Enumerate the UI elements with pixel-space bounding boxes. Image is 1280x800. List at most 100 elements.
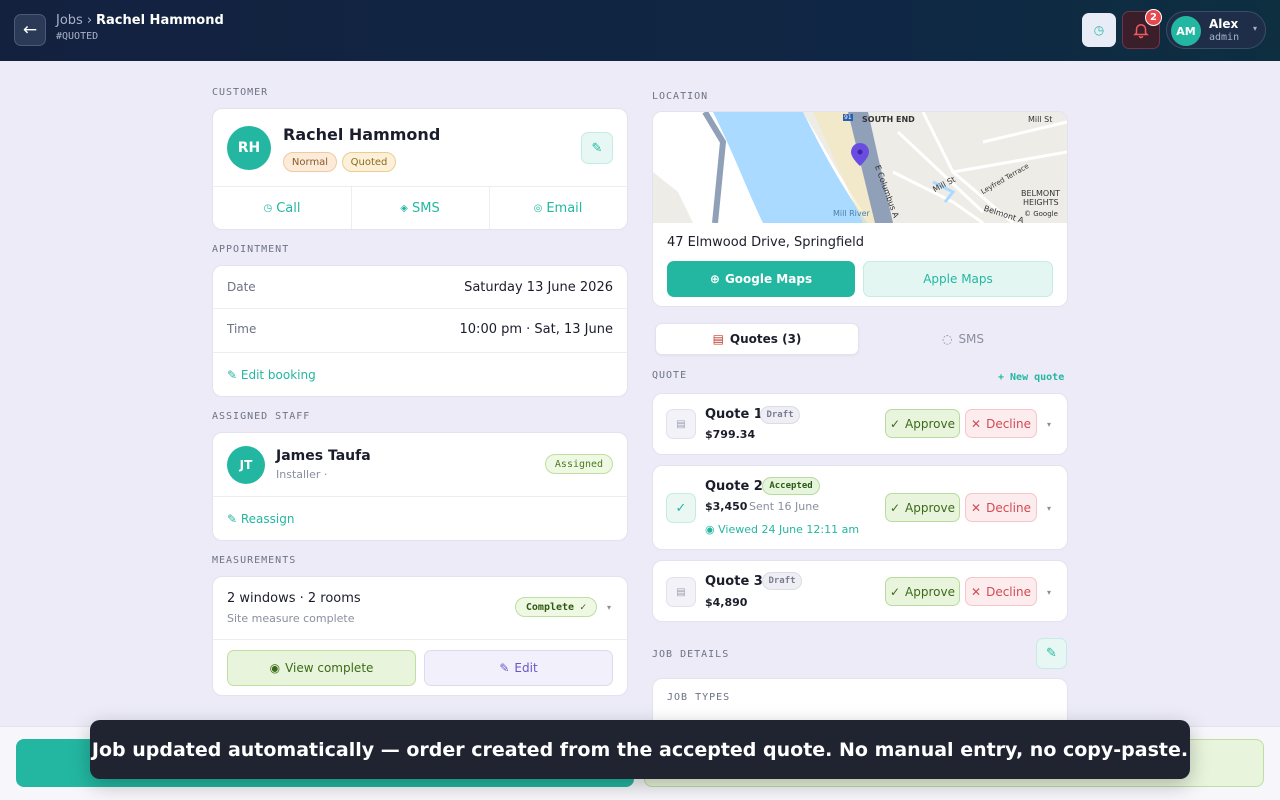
user-name: Alex xyxy=(1209,17,1239,31)
check-icon: ✓ xyxy=(889,500,901,515)
decline-button[interactable]: ✕ Decline xyxy=(965,493,1037,522)
measurements-card: 2 windows · 2 rooms Site measure complet… xyxy=(212,576,628,696)
edit-measurements-button[interactable]: ✎ Edit xyxy=(424,650,613,686)
breadcrumb: Jobs › Rachel Hammond #QUOTED xyxy=(56,13,224,42)
job-status-tag: #QUOTED xyxy=(56,31,99,42)
map-image xyxy=(653,112,1067,223)
staff-card: JT James Taufa Installer · Assigned ✎ Re… xyxy=(212,432,628,541)
mail-icon: ◎ xyxy=(533,202,543,214)
check-icon: ✓ xyxy=(666,493,696,523)
customer-avatar: RH xyxy=(227,126,271,170)
check-icon: ✓ xyxy=(889,584,901,599)
approve-label: Approve xyxy=(905,500,955,515)
chat-icon: ◌ xyxy=(941,332,953,346)
quote-price: $4,890 xyxy=(705,596,748,609)
time-value: 10:00 pm · Sat, 13 June xyxy=(459,322,613,337)
clock-icon: ◷ xyxy=(1093,23,1105,37)
quote-price: $3,450 xyxy=(705,500,748,513)
chevron-down-icon[interactable]: ▾ xyxy=(1047,504,1051,513)
file-icon: ▤ xyxy=(666,409,696,439)
map-label-route: 91 xyxy=(843,114,853,121)
approve-label: Approve xyxy=(905,584,955,599)
approve-button[interactable]: ✓ Approve xyxy=(885,409,960,438)
call-label: Call xyxy=(276,200,301,216)
approve-label: Approve xyxy=(905,416,955,431)
history-button[interactable]: ◷ xyxy=(1082,13,1116,47)
edit-label: Edit xyxy=(514,661,538,675)
email-button[interactable]: ◎ Email xyxy=(489,187,627,229)
quote-card[interactable]: ▤ Quote 3 Draft $4,890 ✓ Approve ✕ Decline… xyxy=(652,560,1068,622)
breadcrumb-current: Rachel Hammond xyxy=(96,13,224,28)
edit-job-details-button[interactable]: ✎ xyxy=(1036,638,1067,669)
job-details-section-label: JOB DETAILS xyxy=(652,649,730,660)
tab-quotes[interactable]: ▤ Quotes (3) xyxy=(655,323,859,355)
reassign-link[interactable]: ✎ Reassign xyxy=(227,512,294,526)
divider xyxy=(213,639,627,640)
complete-badge: Complete ✓ xyxy=(515,597,597,617)
close-icon: ✕ xyxy=(971,500,982,515)
google-maps-label: Google Maps xyxy=(724,272,813,286)
sms-button[interactable]: ◈ SMS xyxy=(351,187,489,229)
google-maps-button[interactable]: ⊕ Google Maps xyxy=(667,261,855,297)
staff-avatar: JT xyxy=(227,446,265,484)
quote-section-label: QUOTE xyxy=(652,370,688,381)
decline-label: Decline xyxy=(986,500,1031,515)
edit-booking-label: Edit booking xyxy=(240,368,316,382)
measurement-summary: 2 windows · 2 rooms xyxy=(227,591,361,606)
approve-button[interactable]: ✓ Approve xyxy=(885,493,960,522)
apple-maps-button[interactable]: Apple Maps xyxy=(863,261,1053,297)
breadcrumb-jobs-link[interactable]: Jobs xyxy=(56,13,83,28)
view-complete-label: View complete xyxy=(285,661,374,675)
map-label-heights: HEIGHTS xyxy=(1023,198,1059,207)
edit-booking-link[interactable]: ✎ Edit booking xyxy=(227,368,316,382)
approve-button[interactable]: ✓ Approve xyxy=(885,577,960,606)
reassign-label: Reassign xyxy=(240,512,295,526)
quote-title: Quote 1 xyxy=(705,407,763,422)
map-view[interactable]: SOUTH END Mill St Mill St BELMONT HEIGHT… xyxy=(653,112,1067,223)
assigned-badge: Assigned xyxy=(545,454,613,474)
decline-button[interactable]: ✕ Decline xyxy=(965,577,1037,606)
decline-label: Decline xyxy=(986,416,1031,431)
edit-customer-button[interactable]: ✎ xyxy=(581,132,613,164)
quote-card[interactable]: ✓ Quote 2 Accepted $3,450 Sent 16 June ◉… xyxy=(652,465,1068,550)
pencil-icon: ✎ xyxy=(227,368,241,382)
map-label-mill-st-top: Mill St xyxy=(1028,115,1053,124)
status-badge: Draft xyxy=(760,406,800,424)
tab-sms[interactable]: ◌ SMS xyxy=(861,323,1065,355)
pencil-icon: ✎ xyxy=(227,512,241,526)
staff-name: James Taufa xyxy=(276,448,371,464)
pencil-icon: ✎ xyxy=(499,661,510,675)
check-icon: ✓ xyxy=(889,416,901,431)
map-label-belmont: BELMONT xyxy=(1021,189,1061,198)
phone-icon: ◷ xyxy=(263,202,273,214)
pencil-icon: ✎ xyxy=(1046,646,1057,661)
appointment-section-label: APPOINTMENT xyxy=(212,244,290,255)
user-menu[interactable]: AM Alex admin ▾ xyxy=(1166,11,1266,49)
measurement-sub: Site measure complete xyxy=(227,612,355,625)
view-complete-button[interactable]: ◉ View complete xyxy=(227,650,416,686)
sms-label: SMS xyxy=(411,200,440,216)
chevron-down-icon[interactable]: ▾ xyxy=(1047,588,1051,597)
pencil-icon: ✎ xyxy=(591,140,603,156)
quote-title: Quote 2 xyxy=(705,479,763,494)
close-icon: ✕ xyxy=(971,584,982,599)
appointment-card: Date Saturday 13 June 2026 Time 10:00 pm… xyxy=(212,265,628,397)
tab-quotes-label: Quotes (3) xyxy=(729,332,802,346)
map-label-mill-river: Mill River xyxy=(833,209,870,218)
status-badge: Quoted xyxy=(342,152,396,172)
eye-icon: ◉ xyxy=(705,523,719,536)
call-button[interactable]: ◷ Call xyxy=(213,187,351,229)
quote-card[interactable]: ▤ Quote 1 Draft $799.34 ✓ Approve ✕ Declin… xyxy=(652,393,1068,455)
customer-name: Rachel Hammond xyxy=(283,125,441,144)
decline-button[interactable]: ✕ Decline xyxy=(965,409,1037,438)
chevron-down-icon[interactable]: ▾ xyxy=(1047,420,1051,429)
staff-section-label: ASSIGNED STAFF xyxy=(212,411,311,422)
new-quote-link[interactable]: + New quote xyxy=(998,372,1064,383)
decline-label: Decline xyxy=(986,584,1031,599)
time-label: Time xyxy=(227,322,257,336)
user-role: admin xyxy=(1209,32,1240,43)
back-button[interactable]: ← xyxy=(14,14,46,46)
chevron-down-icon[interactable]: ▾ xyxy=(607,603,611,612)
email-label: Email xyxy=(546,200,583,216)
quote-viewed-label: Viewed 24 June 12:11 am xyxy=(718,523,860,536)
